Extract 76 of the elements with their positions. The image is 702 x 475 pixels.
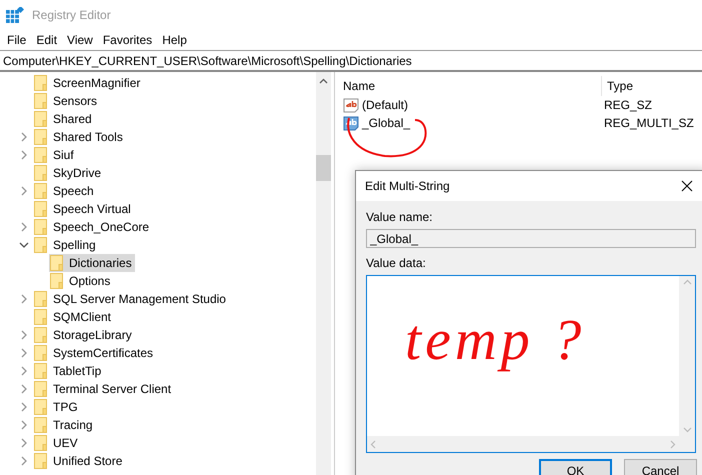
tree-item[interactable]: Shared Tools bbox=[33, 128, 126, 146]
value-row[interactable]: (Default) REG_SZ bbox=[335, 96, 702, 114]
scroll-right-icon[interactable] bbox=[670, 440, 676, 448]
value-name: _Global_ bbox=[362, 116, 410, 130]
tree-item[interactable]: Terminal Server Client bbox=[33, 380, 174, 398]
tree-item[interactable]: Shared bbox=[33, 110, 95, 128]
folder-icon bbox=[34, 381, 47, 397]
dialog-button[interactable]: Cancel bbox=[624, 459, 697, 475]
vertical-scrollbar[interactable] bbox=[316, 72, 332, 475]
folder-icon bbox=[34, 435, 47, 451]
folder-icon bbox=[34, 417, 47, 433]
folder-icon bbox=[34, 183, 47, 199]
menu-item[interactable]: View bbox=[62, 33, 98, 47]
folder-icon bbox=[34, 201, 47, 217]
folder-icon bbox=[34, 399, 47, 415]
folder-icon bbox=[34, 363, 47, 379]
folder-icon bbox=[34, 219, 47, 235]
handwritten-note: temp ? bbox=[405, 306, 586, 373]
scroll-left-icon[interactable] bbox=[370, 440, 376, 448]
value-type: REG_SZ bbox=[603, 98, 652, 112]
tree-item[interactable]: TPG bbox=[33, 398, 81, 416]
value-type: REG_MULTI_SZ bbox=[603, 116, 694, 130]
tree-item[interactable]: StorageLibrary bbox=[33, 326, 135, 344]
folder-icon bbox=[34, 345, 47, 361]
menu-item[interactable]: Favorites bbox=[98, 33, 158, 47]
menu-item[interactable]: Help bbox=[157, 33, 192, 47]
column-header[interactable]: Type bbox=[602, 76, 702, 96]
folder-icon bbox=[34, 75, 47, 91]
scroll-down-icon[interactable] bbox=[682, 427, 692, 433]
field-label: Value data: bbox=[366, 256, 426, 270]
value-data-field[interactable]: temp ? bbox=[366, 275, 696, 453]
folder-icon bbox=[34, 93, 47, 109]
column-header[interactable]: Name bbox=[335, 76, 602, 96]
tree-item[interactable]: SystemCertificates bbox=[33, 344, 156, 362]
scrollbar-thumb[interactable] bbox=[316, 155, 331, 181]
menu-item[interactable]: Edit bbox=[31, 33, 62, 47]
tree-item[interactable]: Spelling bbox=[33, 236, 99, 254]
tree-item[interactable]: Dictionaries bbox=[49, 254, 135, 272]
value-name-field[interactable]: _Global_ bbox=[366, 229, 696, 248]
address-bar[interactable]: Computer\HKEY_CURRENT_USER\Software\Microsoft\Spelling\Dictionaries bbox=[0, 50, 702, 72]
value-name: (Default) bbox=[362, 98, 408, 112]
tree-item[interactable]: Speech bbox=[33, 182, 97, 200]
folder-icon bbox=[34, 291, 47, 307]
tree-item[interactable]: SQL Server Management Studio bbox=[33, 290, 229, 308]
tree-item[interactable]: Siuf bbox=[33, 146, 77, 164]
tree-item[interactable]: Tracing bbox=[33, 416, 96, 434]
folder-icon bbox=[34, 327, 47, 343]
scroll-up-icon[interactable] bbox=[318, 78, 328, 84]
folder-icon bbox=[50, 273, 63, 289]
value-row[interactable]: _Global_ REG_MULTI_SZ bbox=[335, 114, 702, 132]
window-title: Registry Editor bbox=[32, 8, 111, 22]
string-value-icon bbox=[343, 97, 359, 113]
tree-item[interactable]: Options bbox=[49, 272, 114, 290]
tree-item[interactable]: Speech Virtual bbox=[33, 200, 134, 218]
tree-item[interactable]: TabletTip bbox=[33, 362, 104, 380]
tree-item[interactable]: UEV bbox=[33, 434, 81, 452]
tree-item[interactable]: SkyDrive bbox=[33, 164, 104, 182]
close-icon bbox=[681, 180, 693, 192]
tree-item[interactable]: ScreenMagnifier bbox=[33, 74, 144, 92]
folder-icon bbox=[34, 111, 47, 127]
folder-icon bbox=[50, 255, 63, 271]
folder-icon bbox=[34, 453, 47, 469]
menu-item[interactable]: File bbox=[2, 33, 32, 47]
dialog-title: Edit Multi-String bbox=[365, 179, 450, 193]
field-label: Value name: bbox=[366, 210, 432, 224]
tree-item[interactable]: Sensors bbox=[33, 92, 100, 110]
folder-icon bbox=[34, 147, 47, 163]
folder-icon bbox=[34, 309, 47, 325]
tree-item[interactable]: Speech_OneCore bbox=[33, 218, 152, 236]
tree-item[interactable]: SQMClient bbox=[33, 308, 114, 326]
folder-icon bbox=[34, 237, 47, 253]
folder-icon bbox=[34, 129, 47, 145]
registry-editor-icon bbox=[6, 7, 24, 23]
dialog-button[interactable]: OK bbox=[539, 459, 612, 475]
folder-icon bbox=[34, 165, 47, 181]
tree-item[interactable]: Unified Store bbox=[33, 452, 126, 470]
